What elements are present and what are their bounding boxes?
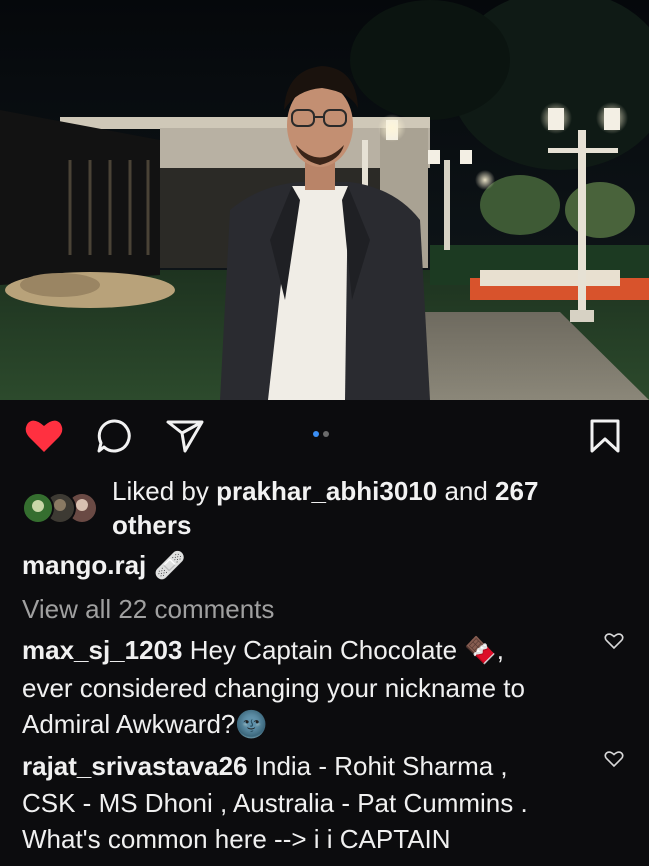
post-caption: mango.raj 🩹 (22, 548, 186, 583)
comment-text: CSK - MS Dhoni , Australia - Pat Cummins… (22, 787, 528, 818)
chocolate-emoji: 🍫 (464, 636, 497, 666)
liker-username[interactable]: prakhar_abhi3010 (216, 476, 437, 506)
caption-username[interactable]: mango.raj (22, 550, 146, 580)
moon-face-emoji: 🌚 (235, 710, 268, 740)
view-all-comments-link[interactable]: View all 22 comments (22, 592, 274, 626)
carousel-indicator (313, 431, 329, 437)
comment-heart-icon[interactable] (604, 632, 624, 650)
avatar (22, 492, 54, 524)
comment-username[interactable]: max_sj_1203 (22, 635, 182, 665)
likes-conjunction: and (437, 476, 496, 506)
comment-item: max_sj_1203 Hey Captain Chocolate 🍫, eve… (22, 632, 592, 744)
likes-others[interactable]: others (112, 510, 191, 540)
share-icon[interactable] (165, 418, 205, 454)
comment-text: Hey Captain Chocolate (182, 635, 465, 665)
comment-heart-icon[interactable] (604, 750, 624, 768)
likes-section[interactable]: Liked by prakhar_abhi3010 and 267 others (22, 474, 622, 542)
like-count[interactable]: 267 (495, 476, 538, 506)
save-icon[interactable] (588, 418, 622, 454)
post-photo[interactable] (0, 0, 649, 400)
comment-text: India - Rohit Sharma , (247, 751, 508, 781)
comment-text: What's common here --> i i CAPTAIN (22, 824, 451, 854)
comment-text: Admiral Awkward? (22, 709, 236, 739)
comment-text: , (496, 635, 504, 665)
likes-prefix: Liked by (112, 476, 217, 506)
comment-text: ever considered changing your nickname t… (22, 672, 525, 703)
heart-icon[interactable] (24, 418, 64, 454)
comment-item: rajat_srivastava26 India - Rohit Sharma … (22, 748, 592, 858)
photo-illustration (0, 0, 649, 400)
carousel-dot-active (313, 431, 319, 437)
bandage-emoji: 🩹 (153, 551, 186, 581)
carousel-dot (323, 431, 329, 437)
liker-avatars (22, 490, 108, 526)
comment-username[interactable]: rajat_srivastava26 (22, 751, 248, 781)
comment-icon[interactable] (96, 418, 134, 454)
likes-text: Liked by prakhar_abhi3010 and 267 others (112, 474, 538, 542)
